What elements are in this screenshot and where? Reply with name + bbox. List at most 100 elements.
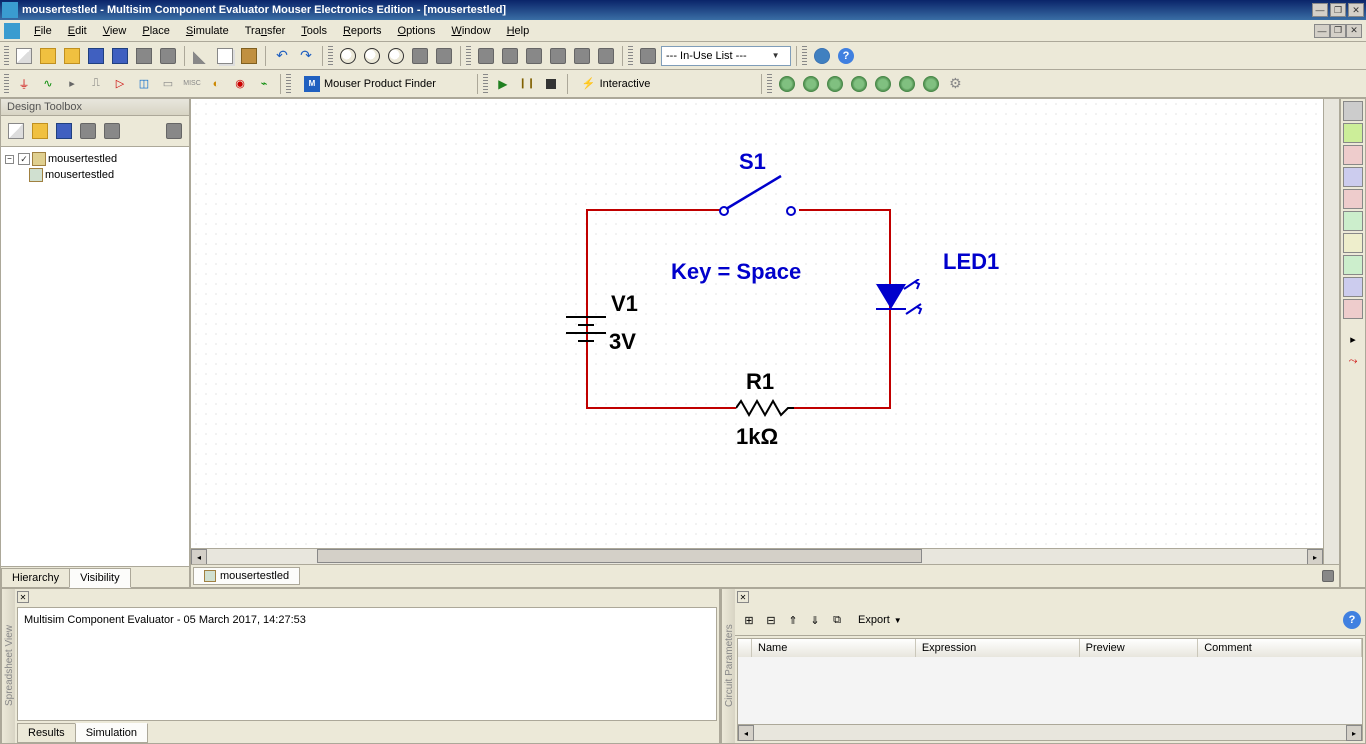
menu-transfer[interactable]: Transfer — [237, 23, 294, 39]
remove-param-button[interactable]: ⊟ — [761, 610, 781, 630]
toolbox-save-button[interactable] — [53, 120, 75, 142]
toolbar-grip[interactable] — [328, 46, 333, 66]
hierarchy-tab[interactable]: Hierarchy — [1, 568, 70, 588]
switch-key-label[interactable]: Key = Space — [671, 259, 801, 285]
menu-help[interactable]: Help — [499, 23, 538, 39]
toolbar-grip[interactable] — [628, 46, 633, 66]
save-all-button[interactable] — [109, 45, 131, 67]
open-sample-button[interactable] — [61, 45, 83, 67]
place-power-button[interactable]: ⌁ — [253, 73, 275, 95]
zoom-in-button[interactable] — [337, 45, 359, 67]
pause-button[interactable]: ❙❙ — [516, 73, 538, 95]
battery-v1-name[interactable]: V1 — [611, 291, 638, 317]
place-transistor-button[interactable]: ⎍ — [85, 73, 107, 95]
menu-options[interactable]: Options — [390, 23, 444, 39]
sim-option-3[interactable] — [824, 73, 846, 95]
menu-window[interactable]: Window — [443, 23, 498, 39]
menu-edit[interactable]: Edit — [60, 23, 95, 39]
toolbar-grip[interactable] — [4, 74, 9, 94]
scroll-left-button[interactable]: ◂ — [738, 725, 754, 741]
copy-button[interactable] — [214, 45, 236, 67]
table-body[interactable] — [738, 657, 1362, 724]
component-wizard-button[interactable] — [595, 45, 617, 67]
scroll-right-button[interactable]: ▸ — [1307, 549, 1323, 565]
toggle-breadboard-button[interactable] — [547, 45, 569, 67]
tree-child-item[interactable]: mousertestled — [5, 167, 185, 183]
cut-button[interactable] — [190, 45, 212, 67]
tree-root-item[interactable]: − ✓ mousertestled — [5, 151, 185, 167]
sim-option-5[interactable] — [872, 73, 894, 95]
zoom-area-button[interactable] — [385, 45, 407, 67]
menu-reports[interactable]: Reports — [335, 23, 390, 39]
in-use-list-icon[interactable] — [637, 45, 659, 67]
mouser-product-finder-button[interactable]: M Mouser Product Finder — [295, 73, 445, 95]
sim-option-1[interactable] — [776, 73, 798, 95]
multimeter-button[interactable] — [1343, 101, 1363, 121]
menu-simulate[interactable]: Simulate — [178, 23, 237, 39]
schematic-canvas[interactable]: S1 Key = Space V1 3V — [191, 99, 1323, 548]
redo-button[interactable]: ↷ — [295, 45, 317, 67]
toolbar-grip[interactable] — [466, 46, 471, 66]
switch-s1-label[interactable]: S1 — [739, 149, 766, 175]
sim-settings-button[interactable]: ⚙ — [944, 73, 966, 95]
tab-options-button[interactable] — [1319, 568, 1337, 584]
toggle-spreadsheet-button[interactable] — [475, 45, 497, 67]
scroll-right-button[interactable]: ▸ — [1346, 725, 1362, 741]
function-gen-button[interactable] — [1343, 123, 1363, 143]
wire-top-left[interactable] — [586, 209, 721, 211]
stop-button[interactable] — [540, 73, 562, 95]
panel-close-button[interactable]: ✕ — [737, 591, 749, 603]
wire-bottom-right[interactable] — [791, 407, 891, 409]
labview-instrument-button[interactable]: ⤳ — [1343, 351, 1363, 371]
led-symbol[interactable] — [871, 279, 941, 339]
visibility-tab[interactable]: Visibility — [69, 568, 131, 588]
resistor-r1-name[interactable]: R1 — [746, 369, 774, 395]
place-misc-digital-button[interactable]: MISC — [181, 73, 203, 95]
logic-analyzer-button[interactable] — [1343, 277, 1363, 297]
sim-option-6[interactable] — [896, 73, 918, 95]
zoom-sheet-button[interactable] — [409, 45, 431, 67]
electrical-rules-button[interactable] — [811, 45, 833, 67]
scroll-left-button[interactable]: ◂ — [191, 549, 207, 565]
place-analog-button[interactable]: ▷ — [109, 73, 131, 95]
toolbox-settings-button[interactable] — [163, 120, 185, 142]
panel-close-button[interactable]: ✕ — [17, 591, 29, 603]
wire-bottom-left[interactable] — [586, 407, 736, 409]
place-mixed-button[interactable]: ◐ — [205, 73, 227, 95]
move-up-button[interactable]: ⇑ — [783, 610, 803, 630]
minimize-button[interactable]: — — [1312, 3, 1328, 17]
wire-top-right[interactable] — [799, 209, 891, 211]
paste-button[interactable] — [238, 45, 260, 67]
logic-converter-button[interactable] — [1343, 299, 1363, 319]
toolbar-grip[interactable] — [802, 46, 807, 66]
document-tab[interactable]: mousertestled — [193, 567, 300, 585]
place-diode-button[interactable]: ▸ — [61, 73, 83, 95]
led1-label[interactable]: LED1 — [943, 249, 999, 275]
column-preview[interactable]: Preview — [1080, 639, 1199, 657]
place-basic-button[interactable]: ∿ — [37, 73, 59, 95]
run-button[interactable]: ▶ — [492, 73, 514, 95]
resistor-symbol[interactable] — [736, 399, 796, 419]
menu-tools[interactable]: Tools — [293, 23, 335, 39]
place-indicator-button[interactable]: ◉ — [229, 73, 251, 95]
horizontal-scrollbar[interactable]: ◂ ▸ — [191, 548, 1323, 564]
toolbox-new-button[interactable] — [5, 120, 27, 142]
simulation-tab[interactable]: Simulation — [75, 723, 148, 743]
toolbox-saveall-button[interactable] — [77, 120, 99, 142]
toolbar-grip[interactable] — [483, 74, 488, 94]
measurement-probe-button[interactable]: ▸ — [1343, 329, 1363, 349]
mdi-close-button[interactable]: ✕ — [1346, 24, 1362, 38]
mdi-minimize-button[interactable]: — — [1314, 24, 1330, 38]
maximize-button[interactable]: ❐ — [1330, 3, 1346, 17]
close-button[interactable]: ✕ — [1348, 3, 1364, 17]
place-source-button[interactable]: ⏚ — [13, 73, 35, 95]
print-preview-button[interactable] — [157, 45, 179, 67]
column-comment[interactable]: Comment — [1198, 639, 1362, 657]
help-button[interactable]: ? — [1343, 611, 1361, 629]
place-cmos-button[interactable]: ▭ — [157, 73, 179, 95]
tree-checkbox[interactable]: ✓ — [18, 153, 30, 165]
undo-button[interactable]: ↶ — [271, 45, 293, 67]
oscilloscope-button[interactable] — [1343, 167, 1363, 187]
battery-symbol[interactable] — [564, 309, 608, 349]
frequency-counter-button[interactable] — [1343, 233, 1363, 253]
